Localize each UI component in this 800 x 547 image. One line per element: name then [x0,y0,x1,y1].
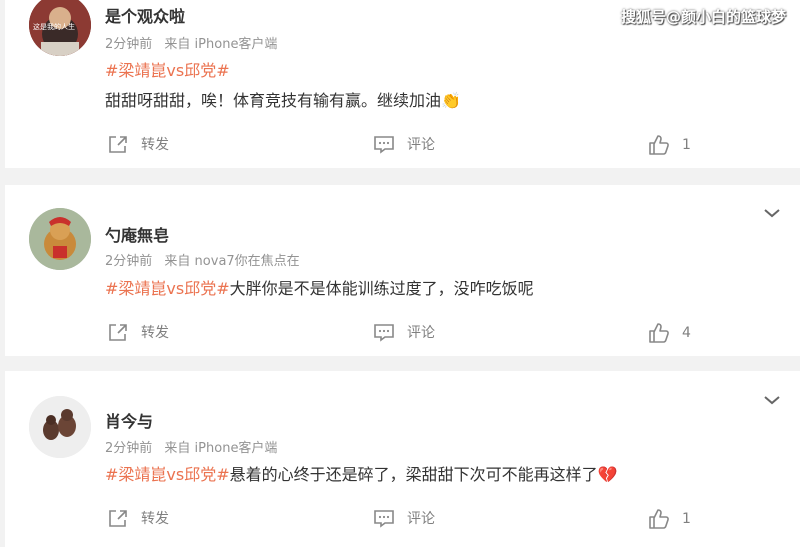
thumbs-up-icon [649,509,669,529]
comment-meta: 2分钟前 来自 iPhone客户端 [105,33,285,52]
source-label: 来自 iPhone客户端 [164,441,278,456]
comment-text: 大胖你是不是体能训练过度了，没咋吃饭呢 [229,279,534,298]
avatar[interactable] [29,208,91,270]
avatar[interactable] [29,396,91,458]
watermark: 搜狐号@颜小白的篮球梦 [620,8,786,26]
repost-label: 转发 [141,325,169,341]
comment-card: 肖今与 2分钟前 来自 iPhone客户端 #梁靖崑vs邱党#悬着的心终于还是碎… [5,371,800,547]
repost-label: 转发 [141,137,169,153]
share-icon [109,324,127,341]
like-count: 4 [682,325,691,341]
like-button[interactable]: 1 [648,508,691,530]
share-icon [109,510,127,527]
comment-label: 评论 [407,511,435,527]
comment-text: 悬着的心终于还是碎了，梁甜甜下次可不能再这样了💔 [229,465,618,484]
chevron-down-icon[interactable] [762,393,782,407]
comment-button[interactable]: 评论 [373,508,435,528]
like-count: 1 [682,511,691,527]
repost-button[interactable]: 转发 [107,134,169,154]
comment-content: #梁靖崑vs邱党#悬着的心终于还是碎了，梁甜甜下次可不能再这样了💔 [105,461,618,485]
comment-icon [374,324,394,342]
comment-card: 勺庵無皂 2分钟前 来自 nova7你在焦点在 #梁靖崑vs邱党#大胖你是不是体… [5,185,800,356]
share-icon [109,136,127,153]
like-button[interactable]: 4 [648,322,691,344]
chevron-down-icon[interactable] [762,206,782,220]
comment-button[interactable]: 评论 [373,134,435,154]
comment-label: 评论 [407,325,435,341]
username[interactable]: 肖今与 [105,408,153,432]
hashtag-line: #梁靖崑vs邱党# [105,57,230,81]
comment-meta: 2分钟前 来自 iPhone客户端 [105,437,285,456]
repost-button[interactable]: 转发 [107,508,169,528]
source-label: 来自 iPhone客户端 [164,37,278,52]
like-count: 1 [682,137,691,153]
hashtag-link[interactable]: #梁靖崑vs邱党# [105,465,230,484]
timestamp: 2分钟前 [105,37,153,52]
avatar-image [29,208,91,270]
avatar[interactable]: 这是我的人生 [29,0,91,56]
timestamp: 2分钟前 [105,441,153,456]
avatar-image [29,396,91,458]
comment-text: 甜甜呀甜甜，唉！体育竞技有输有赢。继续加油👏 [105,91,461,110]
comment-label: 评论 [407,137,435,153]
hashtag-link[interactable]: #梁靖崑vs邱党# [105,279,230,298]
comment-icon [374,510,394,528]
hashtag-link[interactable]: #梁靖崑vs邱党# [105,61,230,80]
thumbs-up-icon [649,323,669,343]
repost-label: 转发 [141,511,169,527]
comment-icon [374,136,394,154]
username[interactable]: 勺庵無皂 [105,222,169,246]
like-button[interactable]: 1 [648,134,691,156]
thumbs-up-icon [649,135,669,155]
username[interactable]: 是个观众啦 [105,3,185,27]
avatar-caption: 这是我的人生 [33,23,75,31]
comment-meta: 2分钟前 来自 nova7你在焦点在 [105,250,308,269]
source-label: 来自 nova7你在焦点在 [164,254,300,269]
repost-button[interactable]: 转发 [107,322,169,342]
comment-button[interactable]: 评论 [373,322,435,342]
timestamp: 2分钟前 [105,254,153,269]
comment-content: #梁靖崑vs邱党#大胖你是不是体能训练过度了，没咋吃饭呢 [105,275,534,299]
